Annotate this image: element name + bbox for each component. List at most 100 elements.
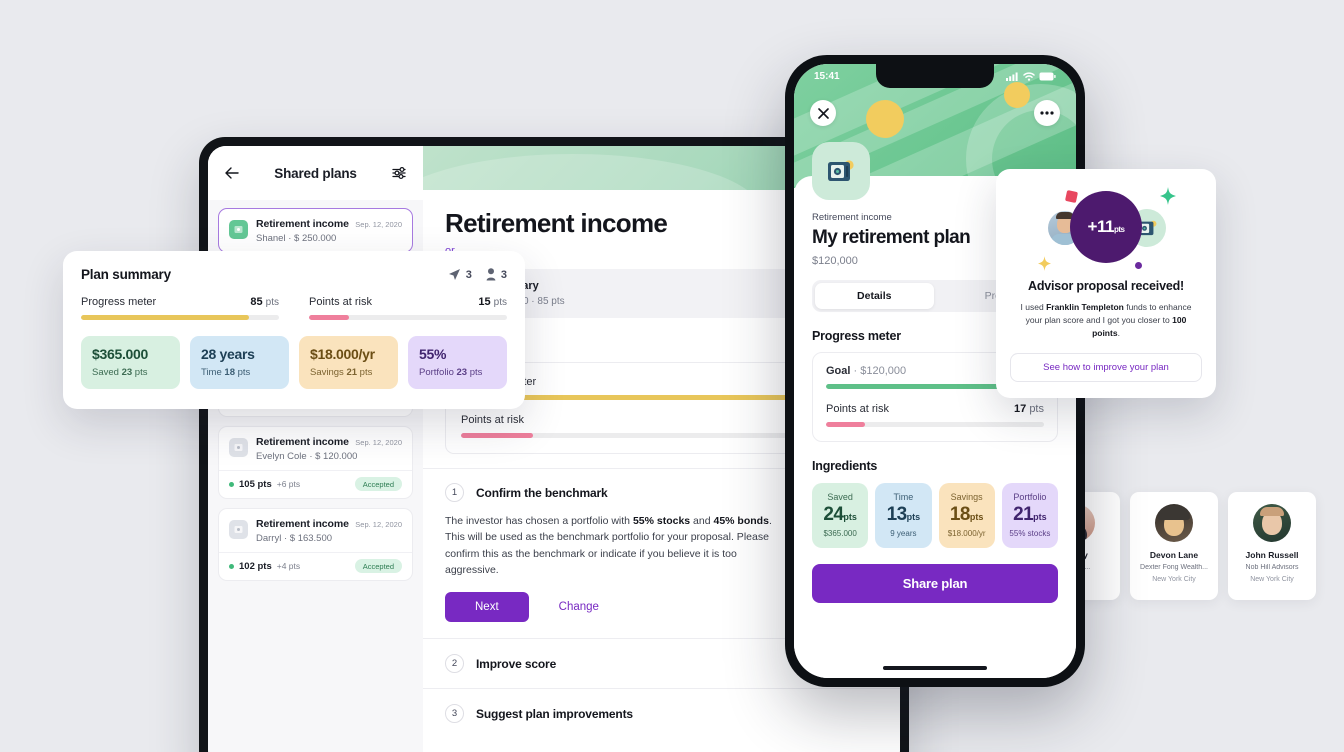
- plan-name: Retirement income: [256, 218, 349, 230]
- safe-icon: [828, 160, 854, 181]
- advisor-firm: Dexter Fong Wealth...: [1140, 564, 1208, 571]
- plan-summary-card: Plan summary 3 3 Progress meter 85 pts P…: [63, 251, 525, 409]
- ingredient-unit: pts: [906, 512, 921, 522]
- cellular-icon: [1006, 72, 1018, 81]
- step-number: 1: [445, 483, 464, 502]
- step-title: Suggest plan improvements: [476, 706, 633, 721]
- ingredients-row: Saved 24pts $365.000 Time 13pts 9 years …: [812, 483, 1058, 548]
- ingredient-sub: $18.000/yr: [947, 529, 986, 538]
- ingredient-number: 21: [1013, 504, 1034, 525]
- tile-value: $18.000/yr: [310, 346, 375, 362]
- change-button[interactable]: Change: [559, 601, 599, 613]
- ingredient-label: Saved: [827, 492, 853, 502]
- tile-time: 28 years Time 18 pts: [190, 336, 289, 389]
- proposal-illustration: +11pts: [1010, 183, 1202, 275]
- battery-icon: [1039, 72, 1056, 80]
- ingredient-saved: Saved 24pts $365.000: [812, 483, 869, 548]
- more-options-icon[interactable]: [1034, 100, 1060, 126]
- plan-date: Sep. 12, 2020: [355, 438, 402, 447]
- plan-date: Sep. 12, 2020: [355, 220, 402, 229]
- ingredient-number: 24: [823, 504, 844, 525]
- tab-details[interactable]: Details: [815, 283, 934, 309]
- step-text: The investor has chosen a portfolio with: [445, 515, 633, 527]
- meter-label: Points at risk: [309, 296, 372, 308]
- risk-bar-fill: [826, 422, 866, 427]
- risk-value: 17 pts: [1014, 403, 1044, 415]
- risk-number: 17: [1014, 403, 1027, 415]
- step-number: 2: [445, 654, 464, 674]
- meter-label: Progress meter: [81, 296, 157, 308]
- plan-points: 102 pts: [239, 560, 272, 572]
- ingredient-unit: pts: [843, 512, 857, 522]
- sparkle-icon: [1038, 256, 1051, 271]
- meter-value: 15 pts: [478, 296, 507, 308]
- ingredient-value: 18pts: [941, 504, 993, 526]
- tile-points: 21: [346, 367, 358, 378]
- plan-name: Retirement income: [256, 518, 349, 530]
- plan-owner-amount: Shanel · $ 250.000: [256, 233, 337, 244]
- advisor-firm: Nob Hill Advisors: [1245, 564, 1299, 571]
- shared-count: 3: [448, 268, 472, 281]
- screenshot-stage: Shared plans Retirement income Sep. 12, …: [0, 0, 1344, 752]
- wifi-icon: [1023, 71, 1035, 81]
- risk-unit: pts: [1029, 403, 1044, 415]
- status-badge: Accepted: [354, 559, 402, 573]
- proposal-title: Advisor proposal received!: [1028, 279, 1184, 293]
- ingredient-label: Savings: [950, 492, 983, 502]
- ingredient-value: 24pts: [814, 504, 866, 526]
- plan-card[interactable]: Retirement income Sep. 12, 2020 Shanel ·…: [218, 208, 413, 253]
- ingredient-label: Portfolio: [1013, 492, 1047, 502]
- risk-bar-track: [309, 315, 507, 320]
- shared-plans-title: Shared plans: [274, 165, 357, 181]
- send-icon: [448, 269, 460, 280]
- improve-plan-button[interactable]: See how to improve your plan: [1010, 352, 1202, 382]
- advisor-city: New York City: [1152, 576, 1196, 583]
- tile-sub: Time 18 pts: [201, 367, 278, 378]
- plan-summary-title: Plan summary: [81, 267, 171, 282]
- step-body: The investor has chosen a portfolio with…: [445, 513, 785, 578]
- status-time: 15:41: [814, 70, 840, 82]
- share-plan-button[interactable]: Share plan: [812, 564, 1058, 603]
- plan-card[interactable]: Retirement income Sep. 12, 2020 Evelyn C…: [218, 426, 413, 499]
- meter-number: 85: [250, 296, 263, 308]
- ingredient-time: Time 13pts 9 years: [875, 483, 932, 548]
- step-text-emph: 55% stocks: [632, 515, 691, 527]
- points-at-risk-meter: Points at risk 15 pts: [309, 296, 507, 320]
- tile-sub: Saved 23 pts: [92, 367, 169, 378]
- step-3[interactable]: 3 Suggest plan improvements: [423, 688, 900, 738]
- risk-label: Points at risk: [826, 403, 889, 415]
- risk-bar-fill: [461, 433, 534, 438]
- shared-plans-header: Shared plans: [208, 146, 423, 200]
- arrow-left-icon[interactable]: [222, 163, 242, 183]
- plan-points: 105 pts: [239, 478, 272, 490]
- ingredient-sub: $365.000: [823, 529, 857, 538]
- ingredient-sub: 9 years: [890, 529, 917, 538]
- plan-summary-tiles: $365.000 Saved 23 pts 28 years Time 18 p…: [81, 336, 507, 389]
- goal-row: Goal · $120,000: [826, 365, 906, 377]
- advisor-card[interactable]: Devon Lane Dexter Fong Wealth... New Yor…: [1130, 492, 1218, 600]
- advisor-card[interactable]: John Russell Nob Hill Advisors New York …: [1228, 492, 1316, 600]
- tile-points: 23: [456, 367, 468, 378]
- sliders-icon[interactable]: [389, 163, 409, 183]
- progress-bar-fill: [81, 315, 250, 320]
- sparkle-icon: [1160, 187, 1176, 205]
- step-text-emph: 45% bonds: [713, 515, 769, 527]
- plan-name: Retirement income: [256, 436, 349, 448]
- plan-card[interactable]: Retirement income Sep. 12, 2020 Darryl ·…: [218, 508, 413, 581]
- tile-unit: pts: [237, 367, 251, 378]
- decor-square: [1064, 189, 1079, 204]
- decor-dot: [1135, 262, 1142, 269]
- goal-separator: ·: [850, 365, 861, 377]
- close-icon[interactable]: [810, 100, 836, 126]
- tile-sub: Savings 21 pts: [310, 367, 387, 378]
- orb-value: +11: [1087, 217, 1115, 236]
- proposal-text: .: [1117, 328, 1120, 339]
- progress-meter: Progress meter 85 pts: [81, 296, 279, 320]
- tile-sub: Portfolio 23 pts: [419, 367, 496, 378]
- ingredient-number: 13: [886, 504, 908, 525]
- ingredient-value: 21pts: [1004, 504, 1056, 526]
- people-count-value: 3: [500, 268, 507, 281]
- step-title: Improve score: [476, 656, 557, 671]
- next-button[interactable]: Next: [445, 592, 529, 623]
- orb-text: +11pts: [1088, 217, 1125, 237]
